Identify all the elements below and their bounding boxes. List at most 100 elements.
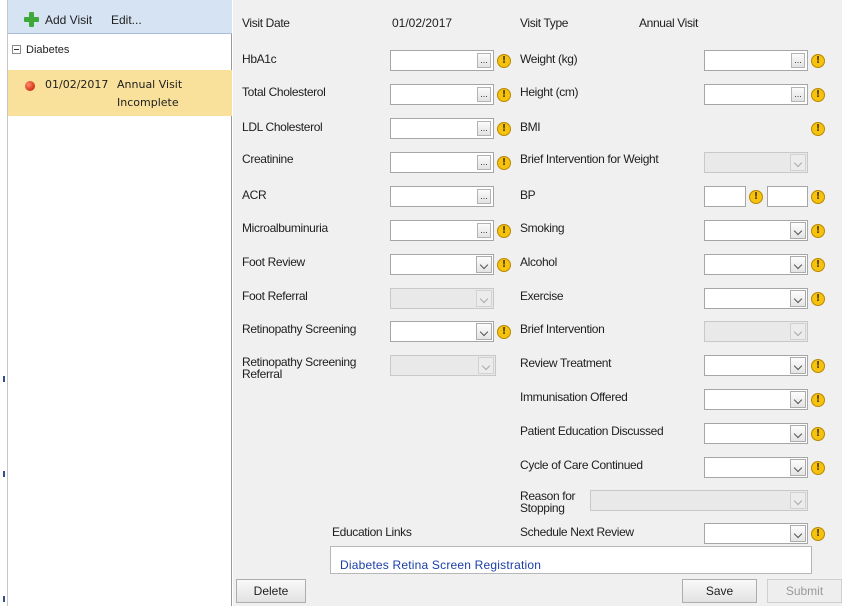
chevron-down-icon — [478, 357, 494, 374]
patient-education-select[interactable] — [704, 423, 808, 444]
chevron-down-icon[interactable] — [476, 256, 492, 273]
brief-intervention-weight-select — [704, 152, 808, 173]
visits-toolbar: Add Visit Edit... — [8, 0, 232, 34]
brief-intervention-label: Brief Intervention — [520, 322, 605, 336]
weight-field[interactable]: ... — [704, 50, 808, 71]
exercise-select[interactable] — [704, 288, 808, 309]
chevron-down-icon[interactable] — [790, 290, 806, 307]
visit-form: Visit Date 01/02/2017 Visit Type Annual … — [233, 0, 842, 606]
brief-intervention-select — [704, 321, 808, 342]
edge-marker — [3, 376, 5, 382]
cycle-of-care-warning-icon: ! — [811, 461, 825, 475]
status-dot-icon — [25, 81, 35, 91]
visit-date-value: 01/02/2017 — [392, 16, 453, 30]
chevron-down-icon[interactable] — [790, 222, 806, 239]
height-warning-icon: ! — [811, 88, 825, 102]
ldl-cholesterol-warning-icon: ! — [497, 122, 511, 136]
chevron-down-icon[interactable] — [476, 323, 492, 340]
immunisation-label: Immunisation Offered — [520, 390, 628, 404]
total-cholesterol-label: Total Cholesterol — [242, 85, 326, 99]
total-cholesterol-warning-icon: ! — [497, 88, 511, 102]
visit-list-item[interactable]: 01/02/2017 Annual Visit Incomplete — [8, 70, 232, 116]
weight-browse-button[interactable]: ... — [791, 53, 805, 68]
collapse-icon[interactable] — [12, 45, 21, 54]
hba1c-field[interactable]: ... — [390, 50, 494, 71]
visit-type-label: Visit Type — [520, 16, 569, 30]
microalbuminuria-warning-icon: ! — [497, 224, 511, 238]
visit-date-label: Visit Date — [242, 16, 290, 30]
edge-marker — [3, 471, 5, 477]
total-cholesterol-browse-button[interactable]: ... — [477, 87, 491, 102]
alcohol-select[interactable] — [704, 254, 808, 275]
education-links-list: Diabetes Retina Screen Registration — [330, 546, 812, 574]
chevron-down-icon[interactable] — [790, 425, 806, 442]
edge-marker — [3, 596, 5, 602]
hba1c-warning-icon: ! — [497, 54, 511, 68]
foot-review-select[interactable] — [390, 254, 494, 275]
bmi-label: BMI — [520, 120, 541, 134]
label-line: Referral — [242, 367, 282, 381]
creatinine-browse-button[interactable]: ... — [477, 155, 491, 170]
total-cholesterol-field[interactable]: ... — [390, 84, 494, 105]
chevron-down-icon[interactable] — [790, 391, 806, 408]
brief-intervention-weight-label: Brief Intervention for Weight — [520, 152, 659, 166]
education-link-retina-screen[interactable]: Diabetes Retina Screen Registration — [340, 558, 541, 572]
tree-node-diabetes[interactable]: Diabetes — [8, 42, 232, 60]
creatinine-label: Creatinine — [242, 152, 294, 166]
visit-type-value: Annual Visit — [639, 16, 698, 30]
acr-label: ACR — [242, 188, 267, 202]
chevron-down-icon[interactable] — [790, 525, 806, 542]
label-line: Stopping — [520, 501, 565, 515]
smoking-warning-icon: ! — [811, 224, 825, 238]
microalbuminuria-field[interactable]: ... — [390, 220, 494, 241]
cycle-of-care-select[interactable] — [704, 457, 808, 478]
foot-review-warning-icon: ! — [497, 258, 511, 272]
bmi-warning-icon: ! — [811, 122, 825, 136]
edit-button[interactable]: Edit... — [111, 13, 142, 27]
immunisation-warning-icon: ! — [811, 393, 825, 407]
chevron-down-icon[interactable] — [790, 459, 806, 476]
submit-button: Submit — [767, 579, 842, 603]
height-field[interactable]: ... — [704, 84, 808, 105]
hba1c-browse-button[interactable]: ... — [477, 53, 491, 68]
save-button[interactable]: Save — [682, 579, 757, 603]
smoking-select[interactable] — [704, 220, 808, 241]
retinopathy-screening-label: Retinopathy Screening — [242, 322, 357, 336]
bp-diastolic-field[interactable] — [767, 186, 808, 207]
acr-field[interactable]: ... — [390, 186, 494, 207]
ldl-cholesterol-field[interactable]: ... — [390, 118, 494, 139]
review-treatment-select[interactable] — [704, 355, 808, 376]
plus-icon[interactable] — [24, 12, 39, 27]
schedule-next-review-select[interactable] — [704, 523, 808, 544]
foot-referral-select — [390, 288, 494, 309]
smoking-label: Smoking — [520, 221, 565, 235]
ldl-cholesterol-browse-button[interactable]: ... — [477, 121, 491, 136]
alcohol-label: Alcohol — [520, 255, 557, 269]
bp-systolic-field[interactable] — [704, 186, 746, 207]
retinopathy-screening-select[interactable] — [390, 321, 494, 342]
creatinine-field[interactable]: ... — [390, 152, 494, 173]
acr-browse-button[interactable]: ... — [477, 189, 491, 204]
review-treatment-label: Review Treatment — [520, 356, 612, 370]
ldl-cholesterol-label: LDL Cholesterol — [242, 120, 323, 134]
bp-label: BP — [520, 188, 536, 202]
height-browse-button[interactable]: ... — [791, 87, 805, 102]
visits-panel: Add Visit Edit... Diabetes 01/02/2017 An… — [8, 0, 232, 606]
visit-status: Incomplete — [117, 96, 179, 109]
retinopathy-referral-select — [390, 355, 496, 376]
add-visit-button[interactable]: Add Visit — [45, 13, 92, 27]
immunisation-select[interactable] — [704, 389, 808, 410]
weight-label: Weight (kg) — [520, 52, 578, 66]
microalbuminuria-browse-button[interactable]: ... — [477, 223, 491, 238]
chevron-down-icon[interactable] — [790, 256, 806, 273]
chevron-down-icon — [790, 154, 806, 171]
chevron-down-icon[interactable] — [790, 357, 806, 374]
patient-education-warning-icon: ! — [811, 427, 825, 441]
review-treatment-warning-icon: ! — [811, 359, 825, 373]
exercise-label: Exercise — [520, 289, 564, 303]
delete-button[interactable]: Delete — [236, 579, 306, 603]
height-label: Height (cm) — [520, 85, 579, 99]
visit-type: Annual Visit — [117, 78, 183, 91]
tree-node-label: Diabetes — [26, 44, 70, 56]
patient-education-label: Patient Education Discussed — [520, 424, 664, 438]
